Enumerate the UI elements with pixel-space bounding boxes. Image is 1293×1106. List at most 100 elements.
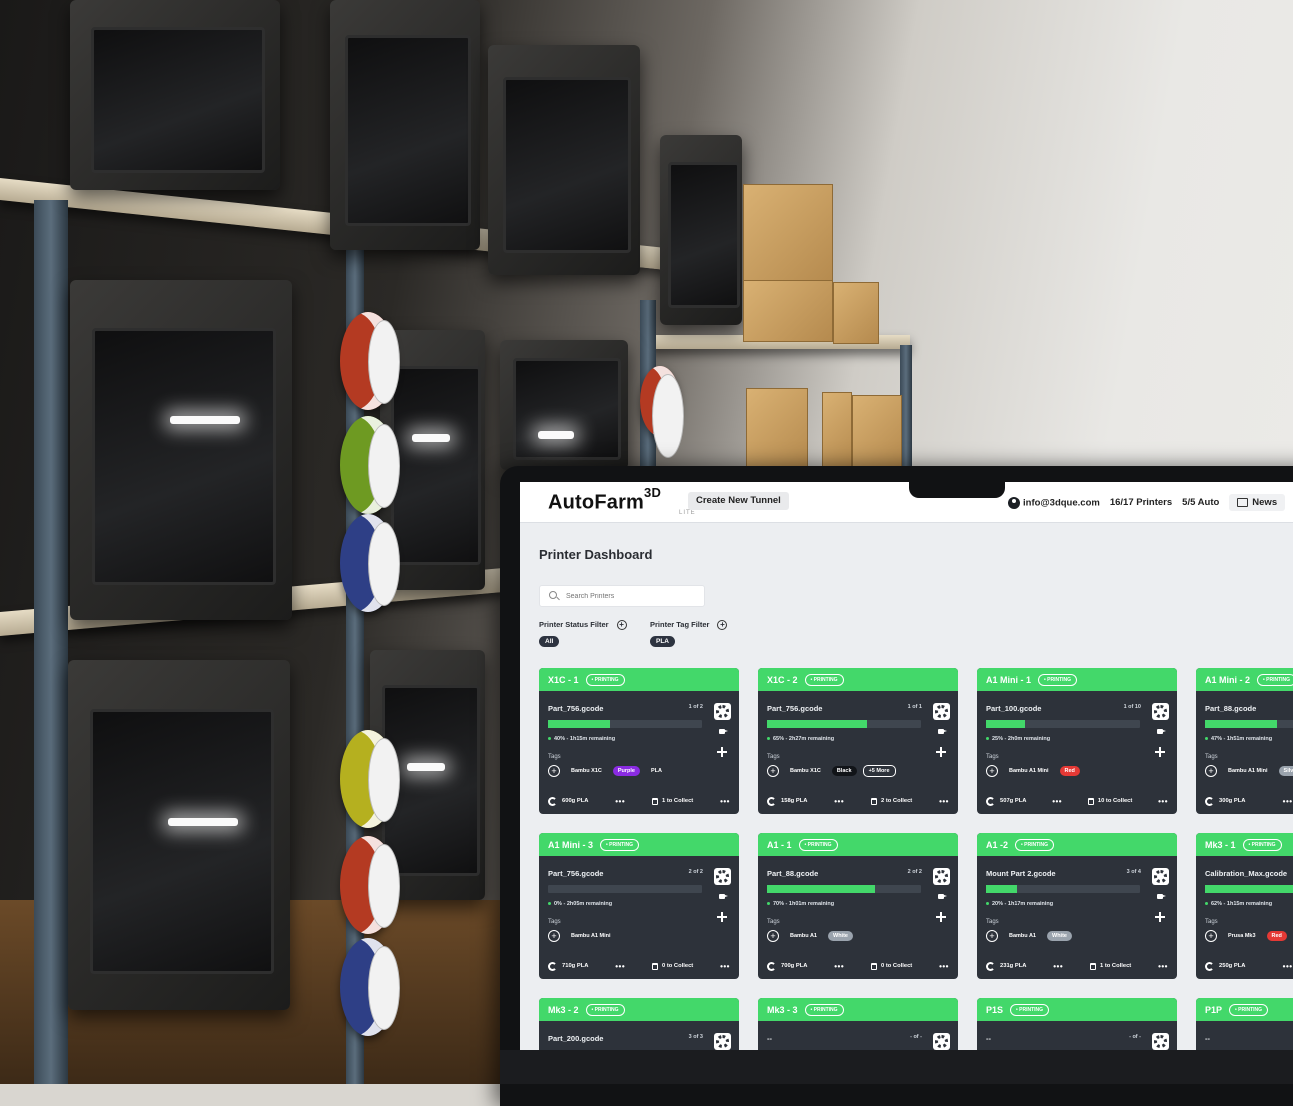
tag-chip[interactable]: PLA [646,766,667,776]
more-icon[interactable]: ••• [834,962,844,971]
tag-chip[interactable]: Prusa Mk3 [1223,931,1261,941]
add-tag-icon[interactable]: + [1205,930,1217,942]
tag-chip[interactable]: Silver [1278,766,1293,776]
collect-info[interactable]: 1 to Collect [1089,962,1131,970]
tag-chip[interactable]: White [828,931,853,941]
printer-name[interactable]: P1S [986,1005,1003,1015]
tag-chip[interactable]: Bambu A1 Mini [1004,766,1054,776]
tag-chip[interactable]: Red [1059,766,1080,776]
printer-name[interactable]: A1 Mini - 2 [1205,675,1250,685]
printer-card[interactable]: P1S • PRINTING -- - of - [977,998,1177,1050]
more-icon[interactable]: ••• [1053,962,1063,971]
filament-info[interactable]: 158g PLA [767,796,807,806]
collect-info[interactable]: 1 to Collect [651,797,693,805]
printer-name[interactable]: A1 Mini - 1 [986,675,1031,685]
auto-count[interactable]: 5/5 Auto [1182,497,1219,508]
move-icon[interactable] [936,912,946,922]
gear-icon[interactable] [714,868,731,885]
gear-icon[interactable] [714,703,731,720]
printer-name[interactable]: A1 Mini - 3 [548,840,593,850]
printer-name[interactable]: Mk3 - 2 [548,1005,579,1015]
camera-icon[interactable] [1157,894,1166,899]
printer-card[interactable]: A1 Mini - 2 • PRINTING Part_88.gcode 47%… [1196,668,1293,814]
account-email[interactable]: info@3dque.com [1008,496,1100,509]
tag-filter-chip[interactable]: PLA [650,636,675,647]
printer-card[interactable]: Mk3 - 2 • PRINTING Part_200.gcode 3 of 3 [539,998,739,1050]
tag-chip[interactable]: White [1047,931,1072,941]
add-tag-icon[interactable]: + [767,930,779,942]
move-icon[interactable] [1155,912,1165,922]
gear-icon[interactable] [1152,868,1169,885]
filament-info[interactable]: 710g PLA [548,961,588,971]
add-status-filter-icon[interactable]: + [616,620,627,631]
more-icon[interactable]: ••• [1158,962,1168,971]
add-tag-icon[interactable]: + [986,930,998,942]
printer-name[interactable]: Mk3 - 3 [767,1005,798,1015]
more-icon[interactable]: ••• [615,797,625,806]
gear-icon[interactable] [1152,703,1169,720]
tag-chip[interactable]: Black [831,766,857,776]
more-icon[interactable]: ••• [720,797,730,806]
camera-icon[interactable] [1157,729,1166,734]
add-tag-filter-icon[interactable]: + [717,620,728,631]
printer-name[interactable]: A1 -2 [986,840,1008,850]
move-icon[interactable] [717,747,727,757]
gear-icon[interactable] [714,1033,731,1050]
app-logo[interactable]: AutoFarm3D LITE [548,485,695,516]
more-icon[interactable]: ••• [1158,797,1168,806]
add-tag-icon[interactable]: + [548,765,560,777]
more-icon[interactable]: ••• [834,797,844,806]
add-tag-icon[interactable]: + [548,930,560,942]
move-icon[interactable] [1155,747,1165,757]
gear-icon[interactable] [1152,1033,1169,1050]
gear-icon[interactable] [933,868,950,885]
printer-card[interactable]: P1P • PRINTING -- [1196,998,1293,1050]
printer-card[interactable]: A1 Mini - 1 • PRINTING Part_100.gcode 1 … [977,668,1177,814]
status-filter-chip[interactable]: All [539,636,560,647]
printer-name[interactable]: Mk3 - 1 [1205,840,1236,850]
news-button[interactable]: News [1229,494,1286,511]
move-icon[interactable] [936,747,946,757]
printer-name[interactable]: A1 - 1 [767,840,792,850]
tag-chip[interactable]: +5 More [862,765,896,777]
collect-info[interactable]: 2 to Collect [870,797,912,805]
printer-card[interactable]: X1C - 2 • PRINTING Part_756.gcode 1 of 1… [758,668,958,814]
move-icon[interactable] [717,912,727,922]
printer-card[interactable]: A1 -2 • PRINTING Mount Part 2.gcode 3 of… [977,833,1177,979]
add-tag-icon[interactable]: + [986,765,998,777]
create-tunnel-button[interactable]: Create New Tunnel [688,492,789,510]
printer-name[interactable]: X1C - 1 [548,675,579,685]
printer-card[interactable]: Mk3 - 1 • PRINTING Calibration_Max.gcode… [1196,833,1293,979]
collect-info[interactable]: 0 to Collect [870,962,912,970]
gear-icon[interactable] [933,1033,950,1050]
gear-icon[interactable] [933,703,950,720]
filament-info[interactable]: 700g PLA [767,961,807,971]
filament-info[interactable]: 600g PLA [548,796,588,806]
tag-chip[interactable]: Bambu A1 [785,931,822,941]
printer-card[interactable]: X1C - 1 • PRINTING Part_756.gcode 1 of 2… [539,668,739,814]
filament-info[interactable]: 507g PLA [986,796,1026,806]
tag-chip[interactable]: Bambu X1C [566,766,607,776]
filament-info[interactable]: 300g PLA [1205,796,1245,806]
tag-chip[interactable]: Bambu A1 Mini [566,931,616,941]
camera-icon[interactable] [719,894,728,899]
tag-chip[interactable]: Red [1266,931,1287,941]
camera-icon[interactable] [938,729,947,734]
camera-icon[interactable] [938,894,947,899]
collect-info[interactable]: 0 to Collect [651,962,693,970]
filament-info[interactable]: 231g PLA [986,961,1026,971]
more-icon[interactable]: ••• [939,962,949,971]
printer-card[interactable]: Mk3 - 3 • PRINTING -- - of - [758,998,958,1050]
search-input[interactable] [564,588,698,604]
more-icon[interactable]: ••• [615,962,625,971]
more-icon[interactable]: ••• [1283,962,1293,971]
filament-info[interactable]: 250g PLA [1205,961,1245,971]
more-icon[interactable]: ••• [720,962,730,971]
search-box[interactable] [539,585,705,607]
add-tag-icon[interactable]: + [767,765,779,777]
tag-chip[interactable]: Purple [612,766,640,776]
printers-count[interactable]: 16/17 Printers [1110,497,1172,508]
printer-card[interactable]: A1 Mini - 3 • PRINTING Part_756.gcode 2 … [539,833,739,979]
printer-card[interactable]: A1 - 1 • PRINTING Part_88.gcode 2 of 2 7… [758,833,958,979]
more-icon[interactable]: ••• [1283,797,1293,806]
